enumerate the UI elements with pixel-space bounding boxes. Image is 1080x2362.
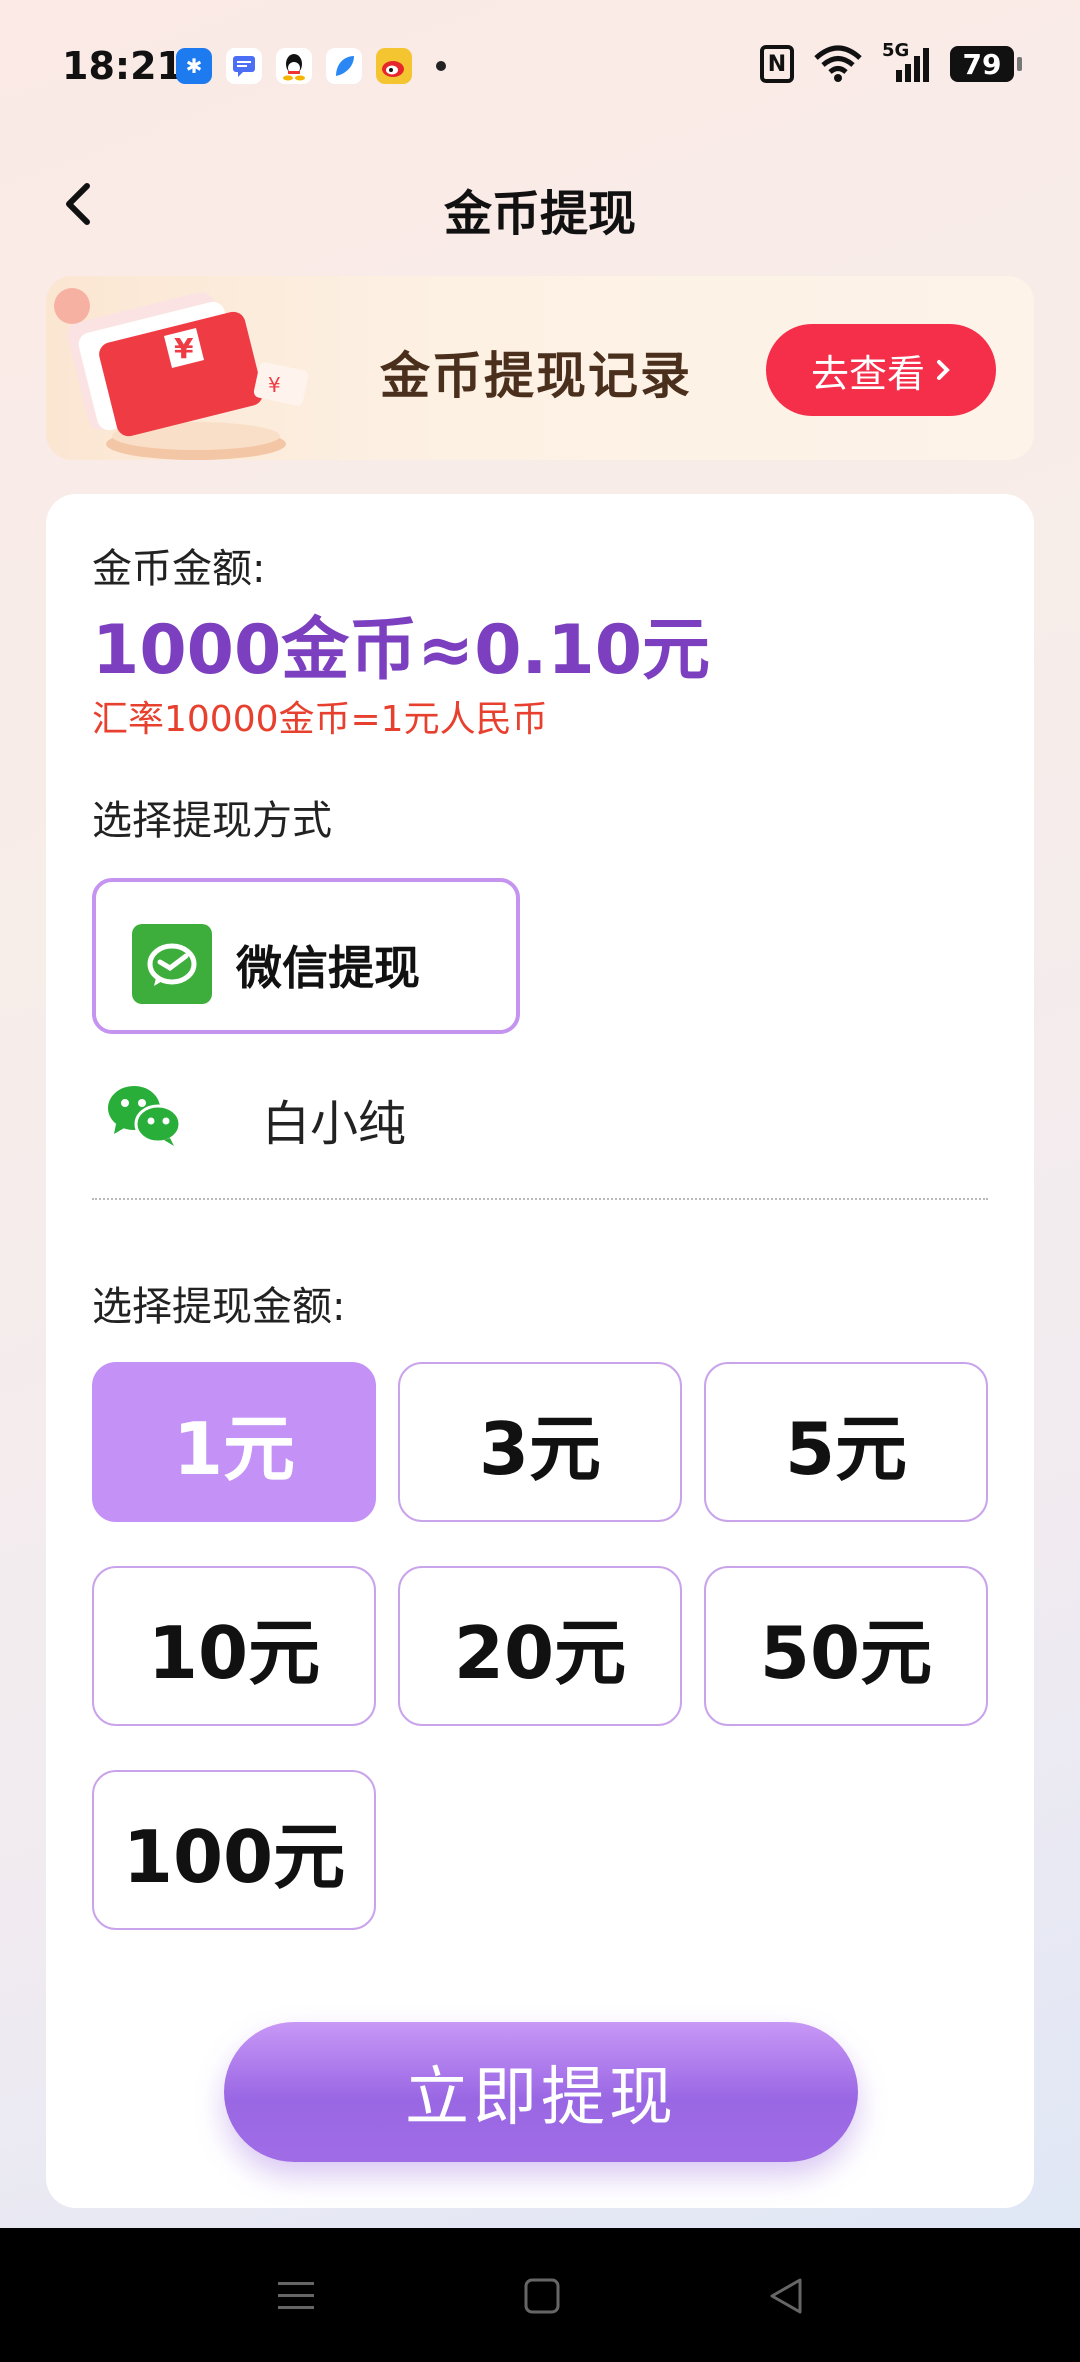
system-icons: N 5G 79: [760, 40, 1022, 84]
wifi-icon: [814, 45, 862, 82]
divider: [92, 1198, 988, 1200]
amount-option-3[interactable]: 3元: [398, 1362, 682, 1522]
chevron-right-icon: [937, 360, 950, 380]
more-dot-icon: [436, 61, 446, 71]
battery-icon: 79: [950, 46, 1022, 82]
coin-amount-value: 1000金币≈0.10元: [92, 611, 711, 690]
notification-icons: ✱: [176, 48, 446, 84]
amount-select-label: 选择提现金额:: [92, 1284, 346, 1330]
wechat-withdraw-option[interactable]: 微信提现: [92, 878, 520, 1034]
amount-option-10[interactable]: 10元: [92, 1566, 376, 1726]
status-time: 18:21: [62, 44, 183, 88]
back-triangle-icon[interactable]: [762, 2272, 810, 2320]
wechat-account-row: 白小纯: [92, 1064, 988, 1164]
amount-option-50[interactable]: 50元: [704, 1566, 988, 1726]
amount-option-1[interactable]: 1元: [92, 1362, 376, 1522]
feather-app-icon: [326, 48, 362, 84]
wechat-icon: [108, 1086, 182, 1146]
signal-icon: 5G: [882, 40, 932, 84]
svg-text:¥: ¥: [268, 373, 281, 397]
pinwheel-app-icon: ✱: [176, 48, 212, 84]
qq-icon: [276, 48, 312, 84]
amount-option-20[interactable]: 20元: [398, 1566, 682, 1726]
wechat-pay-icon: [132, 924, 212, 1004]
status-bar: 18:21 ✱ N 5G 79: [0, 0, 1080, 136]
message-app-icon: [226, 48, 262, 84]
menu-icon[interactable]: [272, 2272, 320, 2320]
amount-option-100[interactable]: 100元: [92, 1770, 376, 1930]
wechat-account-name: 白小纯: [262, 1096, 407, 1152]
view-records-button[interactable]: 去查看: [766, 324, 996, 416]
banner-title: 金币提现记录: [380, 347, 692, 405]
system-nav-bar: [0, 2228, 1080, 2362]
page-title: 金币提现: [443, 186, 636, 242]
view-records-label: 去查看: [810, 351, 925, 396]
wechat-option-label: 微信提现: [236, 941, 420, 995]
page-header: 金币提现: [0, 160, 1080, 250]
money-envelope-illustration: ¥ ¥: [54, 288, 309, 460]
home-square-icon[interactable]: [518, 2272, 566, 2320]
amount-label: 金币金额:: [92, 546, 266, 592]
exchange-rate-text: 汇率10000金币=1元人民币: [92, 699, 548, 740]
amount-option-5[interactable]: 5元: [704, 1362, 988, 1522]
withdraw-card: 金币金额: 1000金币≈0.10元 汇率10000金币=1元人民币 选择提现方…: [46, 494, 1034, 2208]
withdraw-record-banner[interactable]: ¥ ¥ 金币提现记录 去查看: [46, 276, 1034, 460]
method-label: 选择提现方式: [92, 798, 332, 844]
weibo-icon: [376, 48, 412, 84]
svg-text:¥: ¥: [174, 332, 194, 365]
withdraw-now-button[interactable]: 立即提现: [224, 2022, 858, 2162]
nfc-icon: N: [760, 45, 794, 83]
